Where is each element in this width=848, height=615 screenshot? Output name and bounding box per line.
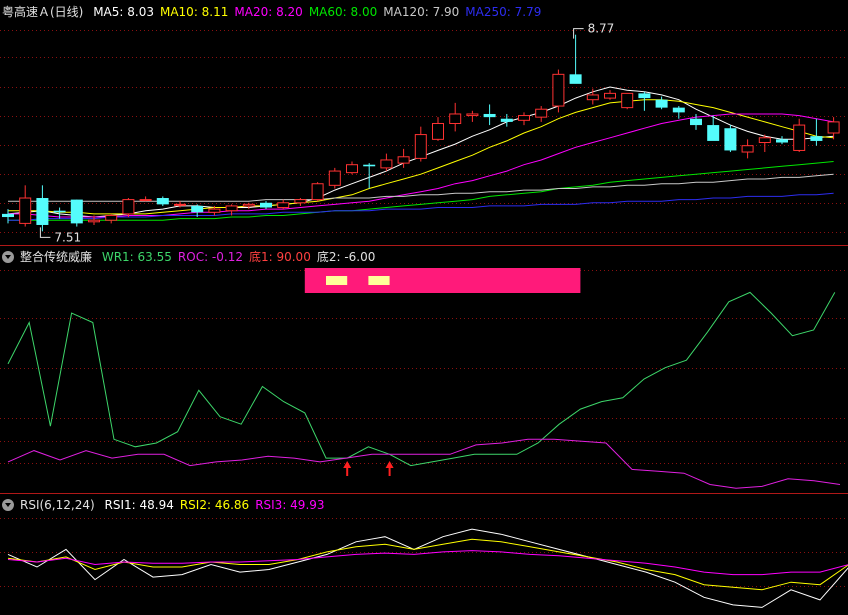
signal-box-0 (326, 276, 348, 285)
low-label: 7.51 (54, 230, 81, 244)
candle-body-35 (604, 92, 616, 99)
candle-body-40 (690, 118, 702, 126)
candle-body-6 (105, 214, 118, 221)
candle-body-25 (432, 122, 444, 140)
candle-body-47 (810, 136, 823, 141)
indicator-title: 整合传统威廉 (20, 250, 93, 264)
rsi-line-rsi2 (7, 538, 848, 591)
candle-body-14 (242, 203, 255, 207)
candle-body-20 (346, 164, 358, 174)
rsi-menu-icon[interactable] (2, 499, 14, 511)
candle-body-44 (758, 137, 771, 144)
price-title: 粤高速Ａ(日线) (2, 5, 84, 19)
candle-body-0 (2, 213, 14, 218)
candle-body-42 (724, 128, 737, 151)
ma-line-ma120 (8, 173, 834, 202)
candle-body-26 (449, 113, 462, 124)
candle-body-32 (552, 73, 565, 107)
candle-body-7 (122, 199, 135, 215)
candle-body-38 (655, 99, 668, 108)
candle-body-11 (191, 205, 204, 213)
indicator-legend-2: 底1: 90.00 (248, 250, 311, 264)
indicator-legend-0: WR1: 63.55 (101, 250, 172, 264)
indicator-legend: 整合传统威廉 WR1: 63.55 ROC: -0.12 底1: 90.00 底2: … (2, 249, 387, 265)
candle-body-28 (483, 113, 496, 118)
candle-body-1 (19, 197, 32, 224)
price-legend: 粤高速Ａ(日线) MA5: 8.03 MA10: 8.11 MA20: 8.20 MA… (2, 4, 553, 20)
candle-body-41 (707, 125, 720, 141)
candle-body-21 (363, 164, 376, 167)
candle-body-9 (156, 198, 169, 205)
rsi-legend: RSI(6,12,24) RSI1: 48.94 RSI2: 46.86 RSI3:… (2, 497, 337, 513)
candle-body-29 (500, 118, 513, 122)
candle-body-23 (397, 156, 410, 164)
candle-body-18 (311, 183, 324, 201)
up-arrow-head-0 (343, 461, 352, 468)
candle-body-37 (638, 93, 651, 99)
candle-body-43 (741, 145, 754, 153)
candle-body-39 (672, 107, 685, 113)
candle-body-22 (380, 159, 393, 169)
indicator-menu-icon[interactable] (2, 251, 14, 263)
price-legend-0: MA5: 8.03 (93, 5, 154, 19)
candle-body-5 (88, 219, 100, 223)
candle-body-16 (277, 202, 290, 209)
candle-body-13 (225, 205, 238, 212)
rsi-legend-2: RSI3: 49.93 (255, 498, 325, 512)
candle-body-30 (518, 115, 530, 121)
indicator-legend-1: ROC: -0.12 (177, 250, 243, 264)
price-legend-4: MA120: 7.90 (383, 5, 460, 19)
candle-body-27 (466, 113, 479, 117)
candle-body-15 (260, 202, 272, 208)
candle-body-10 (174, 203, 186, 206)
rsi-line-rsi1 (7, 528, 848, 608)
candle-body-12 (208, 208, 221, 213)
candle-body-45 (776, 139, 788, 143)
candle-body-24 (414, 134, 427, 159)
stock-chart: 8.77 7.51 (0, 22, 848, 608)
candle-body-31 (535, 108, 548, 118)
candle-body-46 (793, 124, 806, 151)
rsi-legend-1: RSI2: 46.86 (179, 498, 250, 512)
price-legend-3: MA60: 8.00 (308, 5, 378, 19)
rsi-legend-0: RSI1: 48.94 (104, 498, 174, 512)
candle-body-17 (294, 199, 307, 204)
candle-body-48 (827, 121, 840, 134)
candle-body-8 (139, 199, 152, 202)
candle-body-36 (621, 92, 634, 109)
price-legend-1: MA10: 8.11 (159, 5, 229, 19)
up-arrow-head-1 (385, 461, 394, 468)
candle-body-2 (36, 198, 49, 225)
candle-body-4 (70, 199, 83, 224)
indicator-legend-3: 底2: -6.00 (316, 250, 376, 264)
rsi-line-rsi3 (7, 550, 848, 576)
candle-body-33 (569, 74, 582, 84)
rsi-title: RSI(6,12,24) (20, 498, 95, 512)
signal-box-1 (368, 276, 390, 285)
candle-body-19 (328, 170, 341, 186)
high-label: 8.77 (588, 22, 615, 36)
price-legend-5: MA250: 7.79 (465, 5, 542, 19)
price-legend-2: MA20: 8.20 (234, 5, 303, 19)
candle-body-3 (53, 210, 66, 213)
candle-body-34 (586, 94, 599, 101)
